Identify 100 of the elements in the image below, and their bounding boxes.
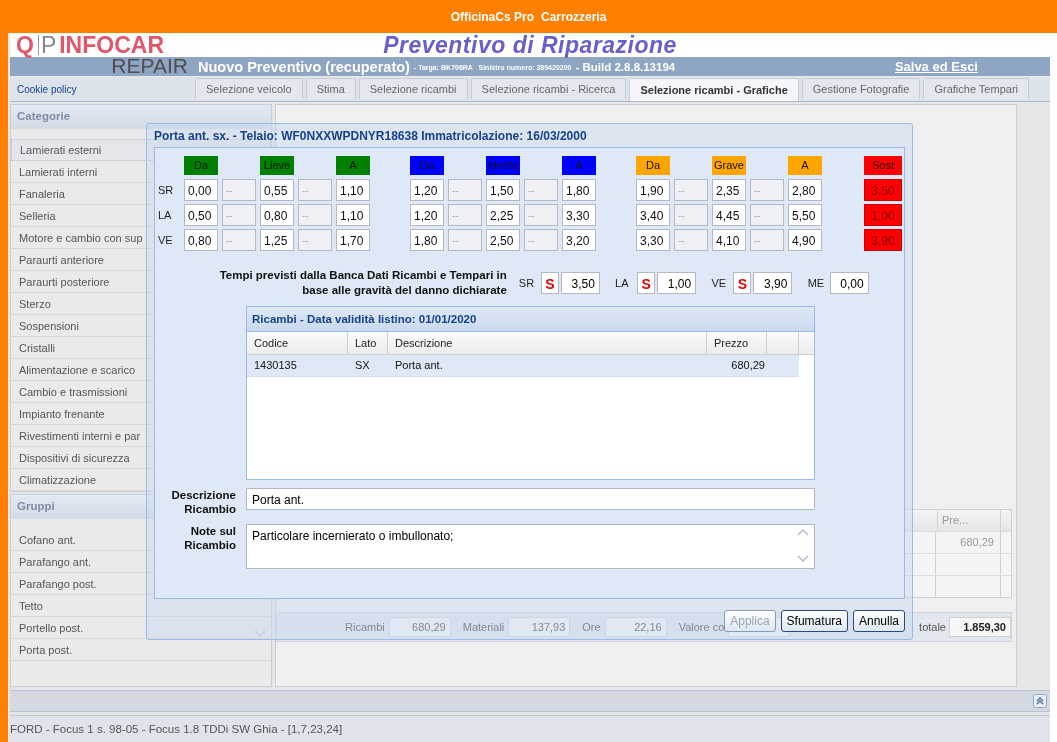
value-field[interactable]: 2,80 [788, 179, 822, 201]
value-field[interactable]: 4,45 [712, 204, 746, 226]
value-field[interactable]: 0,50 [184, 204, 218, 226]
value-field: -- [298, 229, 332, 251]
value-field[interactable]: 1,50 [486, 179, 520, 201]
table-row[interactable]: 1430135 SX Porta ant. 680,29 [247, 355, 799, 377]
value-field: -- [750, 229, 784, 251]
table-cell-text: Porta ant. [394, 358, 444, 373]
severity-header: A [336, 156, 370, 175]
flag-toggle[interactable]: S [733, 272, 752, 294]
flag-toggle[interactable]: S [637, 272, 656, 294]
tab[interactable]: Stima [305, 78, 356, 99]
value-field[interactable]: 2,35 [712, 179, 746, 201]
value-field[interactable]: 3,20 [562, 229, 596, 251]
value-field: -- [448, 179, 482, 201]
time-field[interactable]: 1,00 [657, 272, 697, 294]
time-field[interactable]: 3,90 [753, 272, 793, 294]
total-label: Ore [582, 621, 601, 633]
severity-header: Lieve [260, 156, 294, 175]
severity-header: A [788, 156, 822, 175]
value-field: -- [222, 229, 256, 251]
value-field[interactable]: 1,10 [336, 179, 370, 201]
total-label: Materiali [462, 621, 505, 633]
value-field[interactable]: 3,30 [636, 229, 670, 251]
tab[interactable]: Gestione Fotografie [801, 78, 921, 99]
field-label: LA [615, 277, 630, 289]
severity-header: Media [486, 156, 520, 175]
value-field: -- [298, 204, 332, 226]
row-label: LA [158, 209, 173, 221]
page-title: Preventivo di Riparazione [383, 31, 677, 59]
column-header[interactable]: Lato [348, 332, 388, 354]
value-field: -- [222, 204, 256, 226]
table-title: Ricambi - Data validità listino: 01/01/2020 [247, 307, 814, 332]
value-field[interactable]: 2,25 [486, 204, 520, 226]
cookie-policy-link[interactable]: Cookie policy [10, 84, 195, 95]
flag-toggle[interactable]: S [540, 272, 559, 294]
value-field[interactable]: 4,90 [788, 229, 822, 251]
value-field: -- [674, 204, 708, 226]
sidebar-item[interactable]: Portello post. [11, 617, 271, 639]
value-field[interactable]: 1,20 [410, 204, 444, 226]
tab[interactable]: Selezione veicolo [195, 78, 303, 99]
value-field[interactable]: 0,80 [184, 229, 218, 251]
dialog-button[interactable]: Annulla [852, 610, 905, 632]
logo: Q P INFOCAR REPAIR [16, 34, 189, 76]
value-field: -- [524, 229, 558, 251]
value-field: -- [750, 179, 784, 201]
build-number: - Build 2.8.8.13194 [575, 60, 676, 73]
severity-header: Da [636, 156, 670, 175]
panel-title: Categorie [11, 105, 271, 129]
tab[interactable]: Grafiche Tempari [923, 78, 1029, 99]
column-header[interactable]: Descrizione [388, 332, 707, 354]
value-field[interactable]: 5,50 [788, 204, 822, 226]
value-field: -- [448, 229, 482, 251]
chevron-down-icon[interactable] [254, 629, 266, 638]
total-label: totale [919, 621, 946, 633]
total-label: Ricambi [345, 621, 385, 633]
column-header[interactable]: Codice [247, 332, 348, 354]
value-field: -- [298, 179, 332, 201]
collapse-up-icon[interactable] [1033, 694, 1047, 708]
value-field[interactable]: 2,50 [486, 229, 520, 251]
value-field: -- [674, 179, 708, 201]
total-label: Valore co [678, 621, 725, 633]
module-name: Carrozzeria [541, 9, 607, 24]
value-field[interactable]: 0,80 [260, 204, 294, 226]
value-field[interactable]: 4,10 [712, 229, 746, 251]
row-label: SR [158, 184, 175, 196]
notes-field[interactable]: Particolare incernierato o imbullonato; [246, 524, 815, 569]
value-field[interactable]: 3,30 [562, 204, 596, 226]
total-field[interactable]: 1.859,30 [949, 617, 1011, 637]
field-label: VE [711, 277, 728, 289]
value-field[interactable]: 1,10 [336, 204, 370, 226]
time-field[interactable]: 3,50 [560, 272, 600, 294]
severity-header: Grave [712, 156, 746, 175]
sidebar-item[interactable]: Porta post. [11, 639, 271, 661]
value-field[interactable]: 1,20 [410, 179, 444, 201]
time-field[interactable]: 0,00 [829, 272, 869, 294]
tab[interactable]: Selezione ricambi - Grafiche [629, 78, 799, 101]
value-field[interactable]: 1,70 [336, 229, 370, 251]
value-field[interactable]: 0,55 [260, 179, 294, 201]
severity-header: Da [184, 156, 218, 175]
value-field[interactable]: 1,80 [410, 229, 444, 251]
value-field[interactable]: 1,90 [636, 179, 670, 201]
value-field: -- [524, 179, 558, 201]
field-label: SR [518, 277, 536, 289]
severity-header: Da [410, 156, 444, 175]
chevron-down-icon[interactable] [797, 554, 809, 564]
chevron-up-icon[interactable] [797, 527, 809, 537]
table-cell-text: SX [354, 358, 371, 373]
value-field[interactable]: 0,00 [184, 179, 218, 201]
dialog-button[interactable]: Sfumatura [780, 610, 848, 632]
column-header[interactable]: Prezzo [707, 332, 767, 354]
value-field[interactable]: 1,25 [260, 229, 294, 251]
value-field: -- [524, 204, 558, 226]
tab[interactable]: Selezione ricambi - Ricerca [470, 78, 627, 99]
description-field[interactable]: Porta ant. [246, 488, 815, 510]
value-field[interactable]: 1,80 [562, 179, 596, 201]
value-field[interactable]: 3,40 [636, 204, 670, 226]
status-bar: FORD - Focus 1 s. 98-05 - Focus 1.8 TDDi SW Ghia - [1,7,23,24] [10, 715, 1050, 742]
tab[interactable]: Selezione ricambi [358, 78, 468, 99]
row-label: VE [158, 234, 174, 246]
